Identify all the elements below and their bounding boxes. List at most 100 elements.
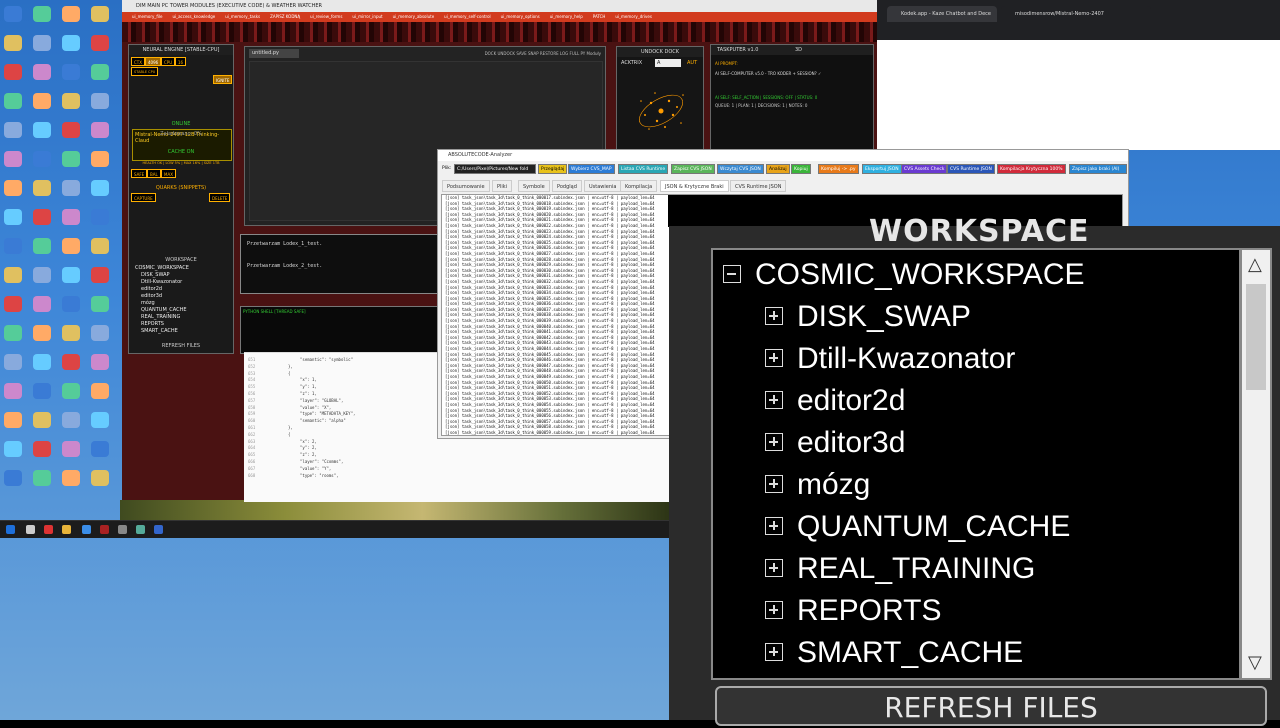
desktop-shortcut-icon[interactable]	[62, 383, 80, 399]
ws-small-1[interactable]: DISK_SWAP	[141, 272, 170, 279]
desktop-shortcut-icon[interactable]	[4, 122, 22, 138]
menu-item[interactable]: ui_memory_self-control	[444, 14, 491, 19]
desktop-shortcut-icon[interactable]	[62, 296, 80, 312]
critical-compile-button[interactable]: Kompilacja Krytyczna 100%	[997, 164, 1066, 174]
desktop-shortcut-icon[interactable]	[62, 238, 80, 254]
compile-py-button[interactable]: Kompiluj -> .py	[818, 164, 859, 174]
menu-item[interactable]: ZAPISZ KODNĄ	[270, 14, 300, 19]
desktop-shortcut-icon[interactable]	[33, 238, 51, 254]
load-json-button[interactable]: Wczytaj CVS JSON	[717, 164, 764, 174]
menu-item[interactable]: ui_mirror_input	[352, 14, 382, 19]
menu-item[interactable]: ui_review_forms	[310, 14, 342, 19]
desktop-shortcut-icon[interactable]	[33, 151, 51, 167]
tab-settings[interactable]: Ustawienia	[584, 180, 622, 192]
desktop-shortcut-icon[interactable]	[91, 441, 109, 457]
desktop-shortcut-icon[interactable]	[91, 325, 109, 341]
expand-icon[interactable]	[765, 517, 783, 535]
expand-icon[interactable]	[765, 349, 783, 367]
ignite-button[interactable]: IGNITE	[213, 75, 233, 84]
desktop-shortcut-icon[interactable]	[4, 238, 22, 254]
ws-small-7[interactable]: REAL_TRAINING	[141, 314, 180, 321]
desktop-shortcut-icon[interactable]	[91, 412, 109, 428]
save-json-button[interactable]: Zapisz CVS JSON	[671, 164, 715, 174]
desktop-shortcut-icon[interactable]	[33, 470, 51, 486]
desktop-shortcut-icon[interactable]	[4, 93, 22, 109]
refresh-files-button[interactable]: REFRESH FILES	[715, 686, 1267, 726]
desktop-icons[interactable]	[0, 0, 122, 520]
expand-icon[interactable]	[765, 433, 783, 451]
scroll-thumb[interactable]	[1246, 284, 1266, 390]
ws-small-6[interactable]: QUANTUM_CACHE	[141, 307, 187, 314]
expand-icon[interactable]	[765, 307, 783, 325]
cvs-runtime-button[interactable]: Listaa CVS Runtime	[618, 164, 669, 174]
tab-cvs-runtime[interactable]: CVS Runtime JSON	[730, 180, 787, 192]
desktop-shortcut-icon[interactable]	[62, 325, 80, 341]
menu-item[interactable]: ui_memory_file	[132, 14, 162, 19]
menu-item[interactable]: ui_access_knowledge	[172, 14, 215, 19]
main-menu-bar[interactable]: ui_memory_file ui_access_knowledge ui_memo…	[122, 12, 877, 22]
desktop-shortcut-icon[interactable]	[91, 238, 109, 254]
refresh-small[interactable]: REFRESH FILES	[129, 343, 233, 349]
menu-item[interactable]: ui_memory_drives	[615, 14, 652, 19]
export-json-button[interactable]: Eksportuj JSON	[862, 164, 902, 174]
browse-button[interactable]: Przeglądaj	[538, 164, 568, 174]
brave-icon[interactable]	[44, 525, 53, 534]
editor-tab[interactable]: untitled.py	[249, 49, 299, 58]
desktop-shortcut-icon[interactable]	[91, 180, 109, 196]
desktop-shortcut-icon[interactable]	[33, 180, 51, 196]
desktop-shortcut-icon[interactable]	[62, 412, 80, 428]
ws-small-9[interactable]: SMART_CACHE	[141, 328, 178, 335]
desktop-shortcut-icon[interactable]	[91, 64, 109, 80]
python-shell[interactable]: PYTHON SHELL [THREAD SAFE]	[240, 306, 440, 354]
tab-preview[interactable]: Podgląd	[552, 180, 582, 192]
explorer-icon[interactable]	[62, 525, 71, 534]
terminal-icon[interactable]	[118, 525, 127, 534]
desktop-shortcut-icon[interactable]	[4, 267, 22, 283]
desktop-shortcut-icon[interactable]	[33, 209, 51, 225]
ws-small-0[interactable]: COSMIC_WORKSPACE	[135, 265, 189, 272]
path-input[interactable]: C:/Users/Pixel/Pictures/New fold	[454, 164, 536, 174]
vscode-icon[interactable]	[154, 525, 163, 534]
copy-button[interactable]: Kopiuj	[791, 164, 811, 174]
scroll-up-icon[interactable]: △	[1248, 256, 1262, 274]
start-icon[interactable]	[6, 525, 15, 534]
desktop-shortcut-icon[interactable]	[62, 354, 80, 370]
mode-3d[interactable]: 3D	[795, 47, 802, 53]
ws-small-4[interactable]: editor3d	[141, 293, 162, 300]
desktop-shortcut-icon[interactable]	[4, 35, 22, 51]
desktop-shortcut-icon[interactable]	[4, 64, 22, 80]
desktop-shortcut-icon[interactable]	[62, 180, 80, 196]
bal-button[interactable]: BAL	[147, 169, 161, 178]
menu-item[interactable]: ui_memory_absolute	[393, 14, 435, 19]
expand-icon[interactable]	[765, 475, 783, 493]
desktop-shortcut-icon[interactable]	[91, 93, 109, 109]
desktop-shortcut-icon[interactable]	[33, 93, 51, 109]
runtime-json-button[interactable]: CVS Runtime JSON	[947, 164, 995, 174]
desktop-shortcut-icon[interactable]	[91, 209, 109, 225]
expand-icon[interactable]	[765, 559, 783, 577]
tab-files[interactable]: Pliki	[492, 180, 513, 192]
ws-small-2[interactable]: Dtill-Kwazonator	[141, 279, 182, 286]
desktop-shortcut-icon[interactable]	[62, 151, 80, 167]
mode-select[interactable]: A	[655, 59, 681, 67]
ws-small-8[interactable]: REPORTS	[141, 321, 164, 328]
menu-item[interactable]: ui_memory_tasks	[225, 14, 260, 19]
assets-check-button[interactable]: CVS Assets Check	[901, 164, 948, 174]
desktop-shortcut-icon[interactable]	[62, 441, 80, 457]
tab-summary[interactable]: Podsumowanie	[442, 180, 490, 192]
desktop-shortcut-icon[interactable]	[4, 6, 22, 22]
collapse-icon[interactable]	[723, 265, 741, 283]
desktop-shortcut-icon[interactable]	[33, 267, 51, 283]
desktop-shortcut-icon[interactable]	[91, 383, 109, 399]
tab-symbols[interactable]: Symbole	[518, 180, 550, 192]
desktop-shortcut-icon[interactable]	[33, 383, 51, 399]
desktop-shortcut-icon[interactable]	[33, 6, 51, 22]
desktop-shortcut-icon[interactable]	[33, 412, 51, 428]
desktop-shortcut-icon[interactable]	[4, 151, 22, 167]
expand-icon[interactable]	[765, 643, 783, 661]
desktop-shortcut-icon[interactable]	[4, 412, 22, 428]
desktop-shortcut-icon[interactable]	[33, 122, 51, 138]
browser-tab-1[interactable]: Kodek.app - Kaze Chatbot and Dece	[887, 6, 997, 22]
cpu-input[interactable]: 16	[175, 57, 187, 66]
desktop-shortcut-icon[interactable]	[4, 180, 22, 196]
